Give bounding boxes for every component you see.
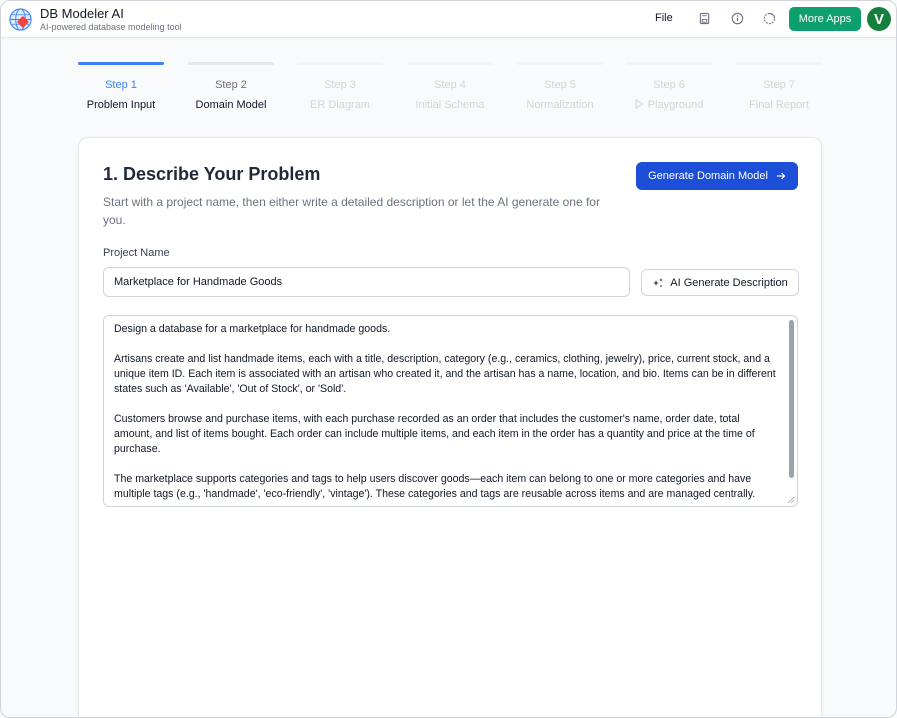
more-apps-button[interactable]: More Apps — [789, 7, 861, 31]
step-number: Step 6 — [653, 79, 685, 91]
sparkles-icon — [653, 277, 664, 287]
step-number: Step 7 — [763, 79, 795, 91]
resize-grip-icon[interactable] — [787, 496, 795, 504]
step-label: ER Diagram — [310, 99, 370, 111]
tab-step-7[interactable]: Step 7 Final Report — [736, 62, 822, 114]
project-name-label: Project Name — [103, 247, 170, 259]
problem-input-card: 1. Describe Your Problem Start with a pr… — [78, 137, 822, 717]
step-number: Step 2 — [215, 79, 247, 91]
generate-domain-model-button[interactable]: Generate Domain Model — [636, 162, 798, 190]
step-progress-bar — [736, 62, 822, 65]
step-navigation: Step 1 Problem Input Step 2 Domain Model… — [78, 62, 822, 114]
step-number: Step 5 — [544, 79, 576, 91]
step-label: Normalization — [526, 99, 594, 111]
step-label-text: Playground — [647, 99, 704, 111]
tab-step-5[interactable]: Step 5 Normalization — [517, 62, 603, 114]
problem-description-textarea[interactable]: Design a database for a marketplace for … — [103, 315, 798, 507]
tab-step-1[interactable]: Step 1 Problem Input — [78, 62, 164, 114]
step-number: Step 4 — [434, 79, 466, 91]
step-progress-bar — [297, 62, 383, 65]
page-title: 1. Describe Your Problem — [103, 164, 321, 184]
step-progress-bar — [78, 62, 164, 65]
step-label: Domain Model — [195, 99, 267, 111]
file-menu[interactable]: File — [655, 12, 673, 24]
app-subtitle: AI-powered database modeling tool — [40, 22, 182, 32]
step-number: Step 1 — [105, 79, 137, 91]
step-progress-bar — [188, 62, 274, 65]
play-icon — [635, 99, 644, 109]
textarea-scrollbar[interactable] — [789, 320, 794, 478]
ai-generate-description-button[interactable]: AI Generate Description — [641, 269, 799, 296]
theme-icon[interactable] — [763, 12, 776, 25]
save-icon[interactable] — [698, 12, 711, 25]
page-description: Start with a project name, then either w… — [103, 195, 600, 227]
app-logo-icon — [9, 8, 32, 31]
tab-step-6[interactable]: Step 6 Playground — [626, 62, 712, 114]
app-title: DB Modeler AI — [40, 6, 124, 21]
project-name-input[interactable] — [103, 267, 630, 297]
step-progress-bar — [407, 62, 493, 65]
arrow-right-icon — [776, 172, 786, 180]
generate-button-label: Generate Domain Model — [648, 170, 768, 182]
step-label: Problem Input — [86, 99, 156, 111]
tab-step-3[interactable]: Step 3 ER Diagram — [297, 62, 383, 114]
info-icon[interactable] — [731, 12, 744, 25]
step-label: Final Report — [749, 99, 809, 111]
step-label: Initial Schema — [415, 99, 485, 111]
problem-description-text: Design a database for a marketplace for … — [114, 323, 776, 500]
app-window: DB Modeler AI AI-powered database modeli… — [0, 0, 897, 718]
step-label: Playground — [612, 99, 726, 111]
top-header: DB Modeler AI AI-powered database modeli… — [1, 1, 896, 38]
avatar[interactable]: V — [867, 7, 891, 31]
step-progress-bar — [517, 62, 603, 65]
ai-button-label: AI Generate Description — [670, 276, 788, 289]
tab-step-4[interactable]: Step 4 Initial Schema — [407, 62, 493, 114]
step-number: Step 3 — [324, 79, 356, 91]
tab-step-2[interactable]: Step 2 Domain Model — [188, 62, 274, 114]
step-progress-bar — [626, 62, 712, 65]
